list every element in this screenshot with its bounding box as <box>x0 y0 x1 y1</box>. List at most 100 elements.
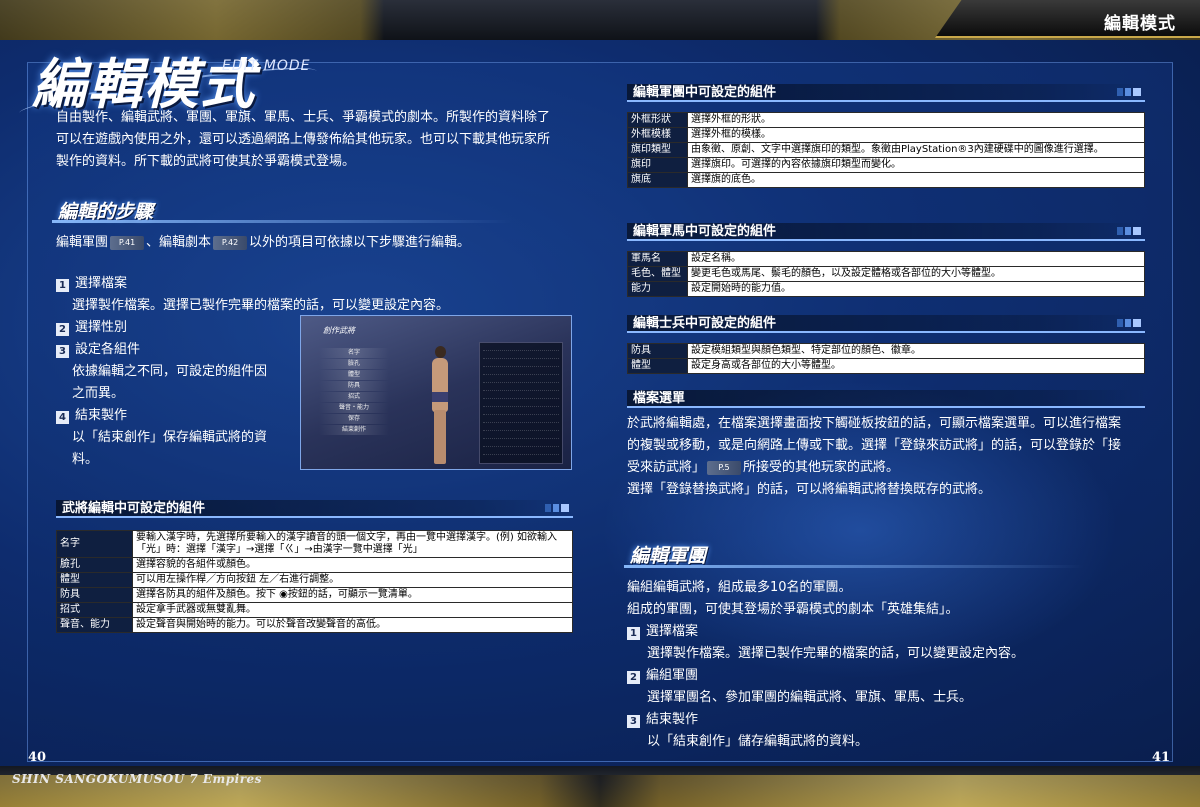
table-row: 體型 設定身高或各部位的大小等體型。 <box>627 358 1145 374</box>
file-menu-line: 選擇「登錄替換武將」的話，可以將編輯武將替換既存的武將。 <box>627 482 992 497</box>
page-subtitle: EDIT MODE <box>222 58 311 74</box>
corps-components-title: 編輯軍團中可設定的組件 <box>633 85 777 100</box>
table-row: 旗印 選擇旗印。可選擇的內容依據旗印類型而變化。 <box>627 157 1145 173</box>
file-menu-title: 檔案選單 <box>633 391 686 406</box>
steps-ref-line: 編輯軍團 P.41 、編輯劇本 P.42 以外的項目可依據以下步驟進行編輯。 <box>56 232 576 254</box>
row-value: 設定開始時的能力值。 <box>687 281 1145 297</box>
step-number: 3 <box>627 715 640 728</box>
row-key: 外框形狀 <box>627 112 688 128</box>
corps-components-table: 外框形狀 選擇外框的形狀。 外框模樣 選擇外框的模樣。 旗印類型 由象徵、原創、文字中… <box>627 112 1145 188</box>
step-number: 3 <box>56 345 69 358</box>
step-title: 結束製作 <box>75 408 128 423</box>
row-value: 變更毛色或馬尾、鬃毛的顏色，以及設定體格或各部位的大小等體型。 <box>687 266 1145 282</box>
row-value: 可以用左操作桿／方向按鈕 左／右進行調整。 <box>132 572 573 588</box>
step-title: 編組軍團 <box>646 668 699 683</box>
row-key: 能力 <box>627 281 688 297</box>
horse-components-table: 軍馬名 設定名稱。 毛色、體型 變更毛色或馬尾、鬃毛的顏色，以及設定體格或各部位的大… <box>627 251 1145 297</box>
table-row: 旗底 選擇旗的底色。 <box>627 172 1145 188</box>
table-row: 旗印類型 由象徵、原創、文字中選擇旗印的類型。象徵由PlayStation®3內建… <box>627 142 1145 158</box>
edit-corps-line: 組成的軍團，可使其登場於爭霸模式的劇本「英雄集結」。 <box>627 602 959 617</box>
row-key: 旗印類型 <box>627 142 688 158</box>
row-key: 體型 <box>627 358 688 374</box>
file-menu-header: 檔案選單 <box>627 390 1145 408</box>
screenshot-title: 創作武將 <box>323 326 355 335</box>
header-dots-icon <box>1117 88 1141 96</box>
row-value: 選擇外框的形狀。 <box>687 112 1145 128</box>
row-key: 招式 <box>56 602 133 618</box>
soldier-components-table: 防具 設定模組類型與顏色類型、特定部位的顏色、徽章。 體型 設定身高或各部位的大小等… <box>627 343 1145 374</box>
row-key: 名字 <box>56 530 133 558</box>
file-menu-text-part: 所接受的其他玩家的武將。 <box>743 460 900 475</box>
step-title: 設定各組件 <box>75 342 141 357</box>
row-value: 選擇容貌的各組件或顏色。 <box>132 557 573 573</box>
footer-game-title: SHIN SANGOKUMUSOU 7 Empires <box>12 772 262 786</box>
ref-text: 以外的項目可依據以下步驟進行編輯。 <box>249 235 471 250</box>
horse-components-title: 編輯軍馬中可設定的組件 <box>633 224 777 239</box>
row-key: 體型 <box>56 572 133 588</box>
step-number: 4 <box>56 411 69 424</box>
screenshot-menu-item: 體型 <box>319 370 389 380</box>
ref-text: 編輯軍團 <box>56 235 109 250</box>
table-row: 臉孔 選擇容貌的各組件或顏色。 <box>56 557 573 573</box>
step-number: 2 <box>56 323 69 336</box>
screenshot-stats-panel <box>479 342 563 464</box>
row-value: 設定名稱。 <box>687 251 1145 267</box>
step-title: 選擇檔案 <box>75 276 128 291</box>
table-row: 招式 設定拿手武器或無雙亂舞。 <box>56 602 573 618</box>
page-number-right: 41 <box>1152 750 1171 765</box>
header-dots-icon <box>1117 227 1141 235</box>
screenshot-menu: 名字 臉孔 體型 防具 招式 聲音・能力 保存 結束創作 <box>319 348 389 436</box>
table-row: 軍馬名 設定名稱。 <box>627 251 1145 267</box>
table-row: 外框形狀 選擇外框的形狀。 <box>627 112 1145 128</box>
table-row: 毛色、體型 變更毛色或馬尾、鬃毛的顏色，以及設定體格或各部位的大小等體型。 <box>627 266 1145 282</box>
intro-line: 自由製作、編輯武將、軍團、軍旗、軍馬、士兵、爭霸模式的劇本。所製作的資料除了 <box>56 110 551 125</box>
row-key: 外框模樣 <box>627 127 688 143</box>
edit-corps-heading: 編輯軍團 <box>630 545 707 567</box>
step-item: 1 選擇檔案 <box>627 621 1167 643</box>
row-key: 防具 <box>627 343 688 359</box>
file-menu-text: 於武將編輯處，在檔案選擇畫面按下觸碰板按鈕的話，可顯示檔案選單。可以進行檔案 的… <box>627 413 1157 501</box>
page-ref-p5[interactable]: P.5 <box>707 460 742 475</box>
step-number: 1 <box>627 627 640 640</box>
row-value: 設定模組類型與顏色類型、特定部位的顏色、徽章。 <box>687 343 1145 359</box>
soldier-components-header: 編輯士兵中可設定的組件 <box>627 315 1145 333</box>
general-components-title: 武將編輯中可設定的組件 <box>62 501 206 516</box>
step-number: 1 <box>56 279 69 292</box>
row-value: 選擇旗的底色。 <box>687 172 1145 188</box>
table-row: 外框模樣 選擇外框的模樣。 <box>627 127 1145 143</box>
step-item: 3 結束製作 <box>627 709 1167 731</box>
row-value: 要輸入漢字時，先選擇所要輸入的漢字讀音的頭一個文字，再由一覽中選擇漢字。(例) … <box>132 530 573 558</box>
page-ref-p42[interactable]: P.42 <box>213 235 248 250</box>
step-title: 選擇性別 <box>75 320 128 335</box>
header-dots-icon <box>545 504 569 512</box>
header-dots-icon <box>1117 319 1141 327</box>
horse-components-header: 編輯軍馬中可設定的組件 <box>627 223 1145 241</box>
row-key: 臉孔 <box>56 557 133 573</box>
row-key: 聲音、能力 <box>56 617 133 633</box>
step-item: 1 選擇檔案 <box>56 273 596 295</box>
steps-heading-underline <box>52 220 512 223</box>
step-desc: 選擇軍團名、參加軍團的編輯武將、軍旗、軍馬、士兵。 <box>647 690 973 705</box>
table-row: 體型 可以用左操作桿／方向按鈕 左／右進行調整。 <box>56 572 573 588</box>
corps-components-header: 編輯軍團中可設定的組件 <box>627 84 1145 102</box>
step-desc: 以「結束創作」儲存編輯武將的資料。 <box>647 734 869 749</box>
game-screenshot: 創作武將 名字 臉孔 體型 防具 招式 聲音・能力 保存 結束創作 <box>300 315 572 470</box>
row-key: 旗底 <box>627 172 688 188</box>
intro-line: 可以在遊戲內使用之外，還可以透過網路上傳發佈給其他玩家。也可以下載其他玩家所 <box>56 132 551 147</box>
table-row: 防具 選擇各防具的組件及顏色。按下 ◉按鈕的話，可顯示一覽清單。 <box>56 587 573 603</box>
step-desc: 選擇製作檔案。選擇已製作完畢的檔案的話，可以變更設定內容。 <box>647 646 1025 661</box>
general-components-table: 名字 要輸入漢字時，先選擇所要輸入的漢字讀音的頭一個文字，再由一覽中選擇漢字。(例… <box>56 530 573 633</box>
file-menu-line: 於武將編輯處，在檔案選擇畫面按下觸碰板按鈕的話，可顯示檔案選單。可以進行檔案 <box>627 416 1122 431</box>
page-ref-p41[interactable]: P.41 <box>110 235 145 250</box>
screenshot-menu-item: 名字 <box>319 348 389 358</box>
screenshot-menu-item: 招式 <box>319 392 389 402</box>
row-value: 選擇各防具的組件及顏色。按下 ◉按鈕的話，可顯示一覽清單。 <box>132 587 573 603</box>
general-components-header: 武將編輯中可設定的組件 <box>56 500 573 518</box>
step-title: 結束製作 <box>646 712 699 727</box>
file-menu-line: 的複製或移動，或是向網路上傳或下載。選擇「登錄來訪武將」的話，可以登錄於「接 <box>627 438 1122 453</box>
edit-corps-line: 編組編輯武將，組成最多10名的軍團。 <box>627 580 852 595</box>
screenshot-menu-item: 臉孔 <box>319 359 389 369</box>
table-row: 聲音、能力 設定聲音與開始時的能力。可以於聲音改變聲音的高低。 <box>56 617 573 633</box>
row-value: 選擇外框的模樣。 <box>687 127 1145 143</box>
step-desc: 選擇製作檔案。選擇已製作完畢的檔案的話，可以變更設定內容。 <box>72 298 450 313</box>
